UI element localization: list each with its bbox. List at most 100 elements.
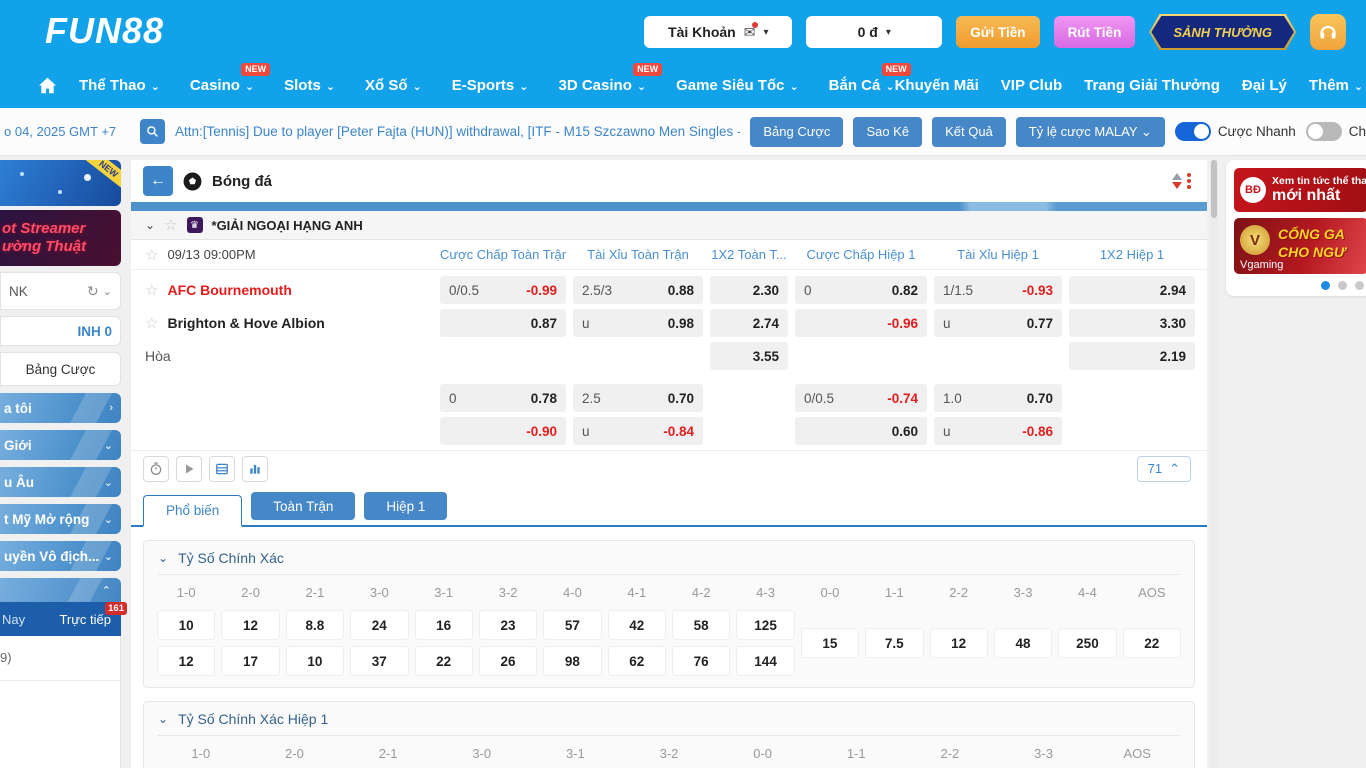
score-odds-button[interactable]: 10: [287, 647, 343, 675]
score-odds-button[interactable]: 98: [544, 647, 600, 675]
carousel-dot[interactable]: [1338, 281, 1347, 290]
section-header[interactable]: ⌄ Tỷ Số Chính Xác Hiệp 1: [158, 702, 1180, 736]
results-button[interactable]: Kết Quả: [932, 117, 1006, 147]
rewards-hall-button[interactable]: SẢNH THƯỞNG: [1149, 14, 1296, 50]
league-row[interactable]: ⌄ ☆ ♛ *GIẢI NGOẠI HẠNG ANH: [131, 211, 1207, 240]
score-odds-button[interactable]: 144: [737, 647, 793, 675]
nav-item-slots[interactable]: Slots⌄: [284, 77, 335, 94]
odds-cell[interactable]: 3.30: [1069, 309, 1195, 337]
nav-item-game-si-u-t-c[interactable]: Game Siêu Tốc⌄: [676, 77, 799, 94]
score-odds-button[interactable]: 26: [480, 647, 536, 675]
account-dropdown[interactable]: Tài Khoản ✉ ▾: [644, 16, 792, 48]
sidebar-item-gi-i[interactable]: Giới⌄: [0, 430, 121, 460]
odds-cell[interactable]: 2.5/30.88: [573, 276, 703, 304]
nav-item-i-l[interactable]: Đại Lý: [1242, 77, 1287, 94]
market-count-toggle[interactable]: 71 ⌃: [1137, 456, 1191, 482]
score-odds-button[interactable]: 125: [737, 611, 793, 639]
score-odds-button[interactable]: 42: [609, 611, 665, 639]
sidebar-item-u-u[interactable]: u Âu⌄: [0, 467, 121, 497]
bet-slip-button[interactable]: Bảng Cược: [750, 117, 843, 147]
score-odds-button[interactable]: 12: [222, 611, 278, 639]
match-favorite-star-icon[interactable]: ☆: [145, 246, 158, 264]
content-scrollbar[interactable]: [1210, 160, 1218, 768]
score-odds-button[interactable]: 23: [480, 611, 536, 639]
sidebar-item-a-t-i[interactable]: a tôi›: [0, 393, 121, 423]
nav-item-e-sports[interactable]: E-Sports⌄: [452, 77, 529, 94]
odds-cell[interactable]: 1/1.5-0.93: [934, 276, 1062, 304]
bank-selector[interactable]: NK ↻ ⌄: [0, 272, 121, 310]
score-odds-button[interactable]: 12: [931, 629, 987, 657]
section-header[interactable]: ⌄ Tỷ Số Chính Xác: [158, 541, 1180, 575]
odds-cell[interactable]: 2.74: [710, 309, 788, 337]
nav-item-3d-casino[interactable]: 3D Casino⌄NEW: [559, 77, 647, 94]
score-odds-button[interactable]: 10: [158, 611, 214, 639]
search-button[interactable]: [140, 119, 165, 144]
team-favorite-star-icon[interactable]: ☆: [145, 314, 158, 332]
sidebar-item-uy-n-v-ch[interactable]: uyền Vô địch...⌄: [0, 541, 121, 571]
odds-cell[interactable]: -0.90: [440, 417, 566, 445]
nav-item-vip-club[interactable]: VIP Club: [1001, 77, 1062, 94]
odds-cell[interactable]: 0/0.5-0.74: [795, 384, 927, 412]
score-odds-button[interactable]: 12: [158, 647, 214, 675]
refresh-icon[interactable]: ↻: [87, 283, 99, 300]
odds-cell[interactable]: 0.60: [795, 417, 927, 445]
score-odds-button[interactable]: 57: [544, 611, 600, 639]
sidebar-item-t-m-m-r-ng[interactable]: t Mỹ Mở rộng⌄: [0, 504, 121, 534]
odds-cell[interactable]: 2.50.70: [573, 384, 703, 412]
odds-cell[interactable]: 1.00.70: [934, 384, 1062, 412]
odds-cell[interactable]: 2.94: [1069, 276, 1195, 304]
sports-news-banner[interactable]: BĐ Xem tin tức thể thao mới nhất: [1234, 168, 1366, 212]
home-icon[interactable]: [38, 77, 57, 94]
brand-logo[interactable]: FUN88: [45, 10, 164, 52]
sidebar-collapse-header[interactable]: ⌃: [0, 578, 121, 602]
balance-dropdown[interactable]: 0 đ ▾: [806, 16, 942, 48]
statement-button[interactable]: Sao Kê: [853, 117, 922, 147]
odds-cell[interactable]: u-0.86: [934, 417, 1062, 445]
tab-first-half[interactable]: Hiệp 1: [364, 492, 447, 520]
score-odds-button[interactable]: 17: [222, 647, 278, 675]
score-odds-button[interactable]: 7.5: [866, 629, 922, 657]
odds-cell[interactable]: 00.82: [795, 276, 927, 304]
score-odds-button[interactable]: 250: [1059, 629, 1115, 657]
deposit-button[interactable]: Gửi Tiền: [956, 16, 1039, 48]
score-odds-button[interactable]: 24: [351, 611, 407, 639]
league-favorite-star-icon[interactable]: ☆: [164, 216, 177, 234]
odds-cell[interactable]: 2.30: [710, 276, 788, 304]
odds-cell[interactable]: u0.98: [573, 309, 703, 337]
mode-toggle[interactable]: [1306, 122, 1342, 141]
stats-chart-icon[interactable]: [242, 456, 268, 482]
announcement-text[interactable]: Attn:[Tennis] Due to player [Peter Fajta…: [175, 124, 740, 139]
score-odds-button[interactable]: 62: [609, 647, 665, 675]
quick-bet-toggle[interactable]: [1175, 122, 1211, 141]
odds-cell[interactable]: 3.55: [710, 342, 788, 370]
score-odds-button[interactable]: 22: [1124, 629, 1180, 657]
withdraw-button[interactable]: Rút Tiền: [1054, 16, 1136, 48]
odds-cell[interactable]: u-0.84: [573, 417, 703, 445]
tab-popular[interactable]: Phổ biến: [143, 495, 242, 527]
score-odds-button[interactable]: 15: [802, 629, 858, 657]
back-button[interactable]: ←: [143, 166, 173, 196]
carousel-dot[interactable]: [1321, 281, 1330, 290]
score-odds-button[interactable]: 22: [416, 647, 472, 675]
tab-today[interactable]: Nay: [2, 612, 25, 627]
odds-cell[interactable]: 0/0.5-0.99: [440, 276, 566, 304]
nav-item-trang-gi-i-th-ng[interactable]: Trang Giải Thưởng: [1084, 77, 1220, 94]
score-odds-button[interactable]: 8.8: [287, 611, 343, 639]
sidebar-promo-banner[interactable]: NEW: [0, 160, 121, 206]
timer-icon[interactable]: [143, 456, 169, 482]
nav-item-casino[interactable]: Casino⌄NEW: [190, 77, 254, 94]
nav-item-x-s[interactable]: Xổ Số⌄: [365, 77, 422, 94]
bet-card-icon[interactable]: [209, 456, 235, 482]
odds-cell[interactable]: -0.96: [795, 309, 927, 337]
score-odds-button[interactable]: 37: [351, 647, 407, 675]
play-icon[interactable]: [176, 456, 202, 482]
nav-item-khuy-n-m-i[interactable]: Khuyến Mãi: [895, 77, 979, 94]
tab-live[interactable]: Trực tiếp 161: [59, 612, 115, 627]
odds-cell[interactable]: 2.19: [1069, 342, 1195, 370]
nav-item-th-m[interactable]: Thêm⌄: [1309, 77, 1363, 94]
score-odds-button[interactable]: 76: [673, 647, 729, 675]
nav-item-b-n-c[interactable]: Bắn Cá⌄NEW: [829, 77, 895, 94]
score-odds-button[interactable]: 58: [673, 611, 729, 639]
nav-item-th-thao[interactable]: Thể Thao⌄: [79, 77, 160, 94]
sort-filter-icon[interactable]: [1172, 173, 1191, 189]
